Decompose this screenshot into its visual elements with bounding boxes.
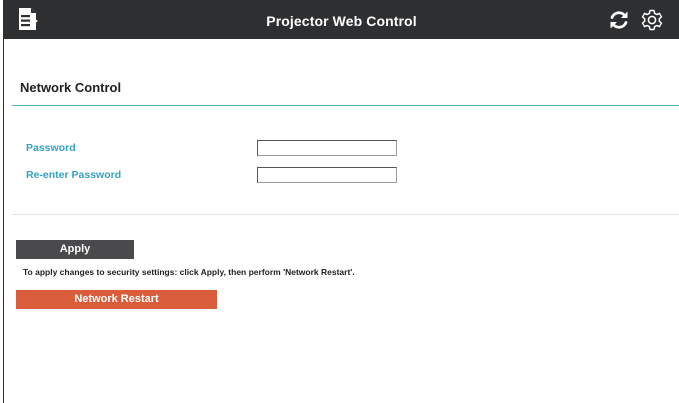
- header-bar: Projector Web Control: [4, 0, 679, 39]
- apply-button[interactable]: Apply: [16, 240, 134, 259]
- settings-button[interactable]: [638, 6, 666, 34]
- security-note: To apply changes to security settings: c…: [23, 267, 355, 277]
- section-divider: [12, 105, 679, 106]
- gear-icon: [641, 9, 663, 31]
- refresh-button[interactable]: [606, 7, 632, 33]
- page: Projector Web Control Network Control Pa…: [0, 0, 679, 403]
- section-title: Network Control: [20, 80, 122, 95]
- left-border: [3, 0, 4, 403]
- password-label: Password: [26, 142, 76, 154]
- form-divider: [12, 214, 679, 215]
- reenter-password-label: Re-enter Password: [26, 169, 122, 181]
- reenter-password-field[interactable]: [257, 167, 397, 183]
- refresh-icon: [610, 11, 628, 29]
- network-restart-button[interactable]: Network Restart: [16, 290, 217, 309]
- page-title: Projector Web Control: [266, 13, 417, 29]
- password-field[interactable]: [257, 140, 397, 156]
